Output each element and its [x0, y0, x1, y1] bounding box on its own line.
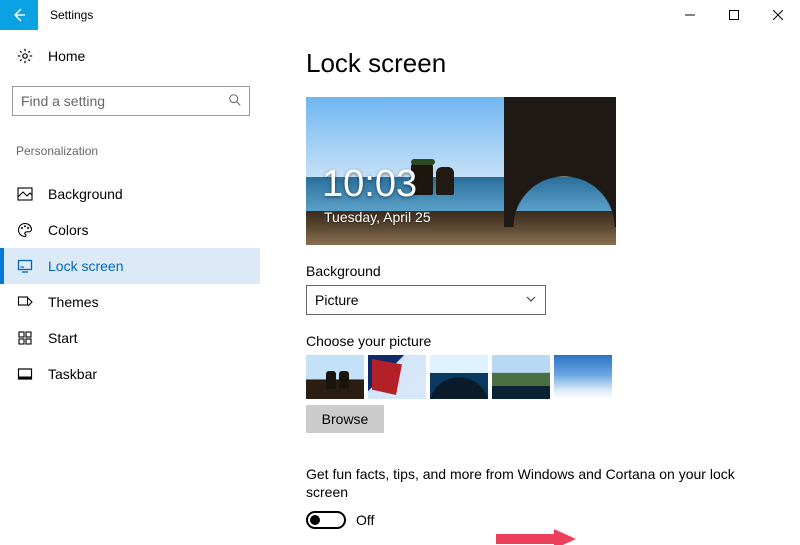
picture-thumb[interactable]	[430, 355, 488, 399]
nav-background[interactable]: Background	[12, 176, 268, 212]
choose-picture-label: Choose your picture	[306, 333, 780, 349]
search-input[interactable]	[12, 86, 250, 116]
nav-label: Background	[48, 186, 123, 202]
nav-colors[interactable]: Colors	[12, 212, 268, 248]
nav-label: Lock screen	[48, 258, 123, 274]
picture-thumbnails	[306, 355, 780, 399]
palette-icon	[16, 222, 34, 238]
minimize-button[interactable]	[668, 0, 712, 30]
search-field[interactable]	[13, 93, 221, 109]
minimize-icon	[685, 10, 695, 20]
picture-icon	[16, 186, 34, 202]
titlebar: Settings	[0, 0, 800, 30]
nav-label: Taskbar	[48, 366, 97, 382]
close-icon	[773, 10, 783, 20]
back-button[interactable]	[0, 0, 38, 30]
annotation-arrow	[496, 526, 576, 545]
nav-taskbar[interactable]: Taskbar	[12, 356, 268, 392]
nav-label: Start	[48, 330, 78, 346]
themes-icon	[16, 294, 34, 310]
nav-lock-screen[interactable]: Lock screen	[0, 248, 260, 284]
maximize-icon	[729, 10, 739, 20]
combobox-value: Picture	[315, 292, 359, 308]
sidebar: Home Personalization Background Colors	[0, 30, 268, 545]
lockscreen-icon	[16, 258, 34, 274]
close-button[interactable]	[756, 0, 800, 30]
page-title: Lock screen	[306, 48, 780, 79]
picture-thumb[interactable]	[554, 355, 612, 399]
browse-label: Browse	[322, 411, 369, 427]
arrow-left-icon	[11, 7, 27, 23]
window-title: Settings	[50, 8, 93, 22]
toggle-state-label: Off	[356, 512, 374, 528]
background-label: Background	[306, 263, 780, 279]
nav-themes[interactable]: Themes	[12, 284, 268, 320]
nav-start[interactable]: Start	[12, 320, 268, 356]
gear-icon	[16, 48, 34, 64]
lock-screen-preview: 10:03 Tuesday, April 25	[306, 97, 616, 245]
fun-facts-toggle[interactable]	[306, 511, 346, 529]
picture-thumb[interactable]	[492, 355, 550, 399]
toggle-knob	[310, 515, 320, 525]
maximize-button[interactable]	[712, 0, 756, 30]
picture-thumb[interactable]	[368, 355, 426, 399]
preview-date: Tuesday, April 25	[324, 209, 431, 225]
start-icon	[16, 330, 34, 346]
nav-home[interactable]: Home	[12, 44, 268, 68]
fun-facts-label: Get fun facts, tips, and more from Windo…	[306, 465, 780, 501]
nav-label: Colors	[48, 222, 88, 238]
nav-label: Themes	[48, 294, 99, 310]
main-content: Lock screen 10:03 Tuesday, April 25 Back…	[268, 30, 800, 545]
background-combobox[interactable]: Picture	[306, 285, 546, 315]
search-icon	[221, 93, 249, 110]
preview-time: 10:03	[322, 165, 417, 203]
window-controls	[668, 0, 800, 30]
sidebar-group: Personalization	[12, 144, 268, 158]
taskbar-icon	[16, 366, 34, 382]
picture-thumb[interactable]	[306, 355, 364, 399]
nav-home-label: Home	[48, 48, 85, 64]
chevron-down-icon	[525, 293, 537, 308]
browse-button[interactable]: Browse	[306, 405, 384, 433]
